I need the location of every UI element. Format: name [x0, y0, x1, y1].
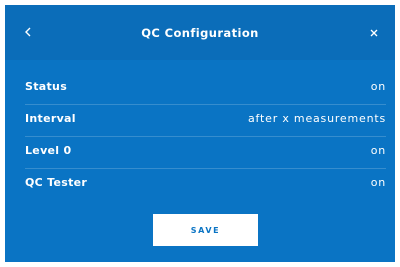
setting-label: QC Tester: [25, 176, 88, 189]
setting-label: Level 0: [25, 144, 72, 157]
setting-row-level-0[interactable]: Level 0 on: [25, 137, 386, 169]
close-button[interactable]: [367, 26, 381, 40]
save-button[interactable]: SAVE: [153, 214, 258, 246]
setting-value: on: [370, 176, 386, 189]
dialog-title: QC Configuration: [141, 26, 259, 40]
setting-label: Status: [25, 80, 68, 93]
setting-row-qc-tester[interactable]: QC Tester on: [25, 169, 386, 201]
setting-label: Interval: [25, 112, 76, 125]
setting-value: on: [370, 80, 386, 93]
setting-row-status[interactable]: Status on: [25, 73, 386, 105]
settings-list: Status on Interval after x measurements …: [25, 73, 386, 201]
setting-value: after x measurements: [248, 112, 386, 125]
qc-configuration-dialog: QC Configuration Status on Interval afte…: [5, 5, 395, 262]
close-icon: [370, 29, 378, 37]
setting-row-interval[interactable]: Interval after x measurements: [25, 105, 386, 137]
dialog-header: QC Configuration: [5, 5, 395, 60]
setting-value: on: [370, 144, 386, 157]
